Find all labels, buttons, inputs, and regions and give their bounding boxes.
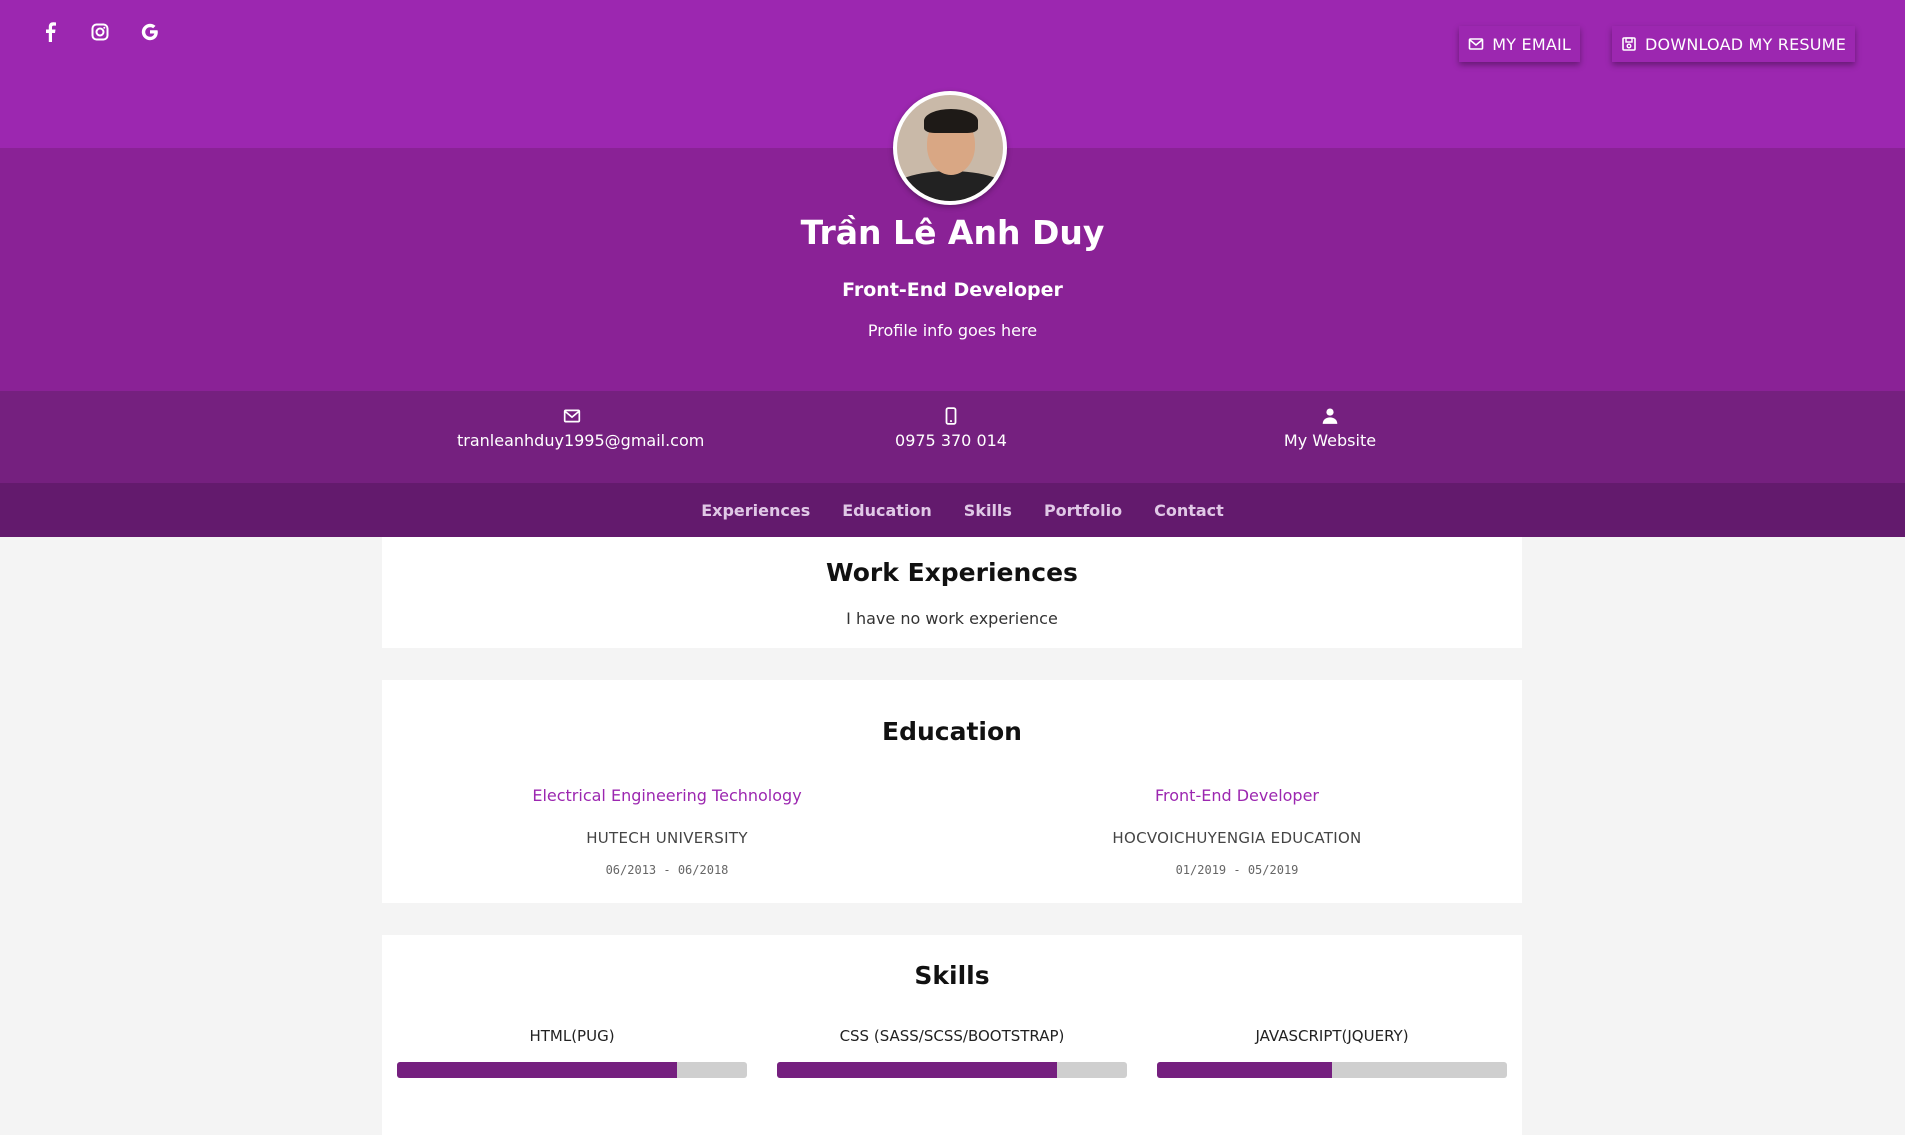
social-links — [38, 20, 162, 44]
education-dates: 06/2013 - 06/2018 — [605, 863, 729, 877]
education-item: Electrical Engineering Technology HUTECH… — [437, 786, 897, 877]
envelope-icon — [563, 409, 581, 423]
education-dates: 01/2019 - 05/2019 — [1175, 863, 1299, 877]
save-icon — [1622, 37, 1636, 51]
education-degree: Front-End Developer — [1154, 786, 1320, 805]
skill-bar-fill — [777, 1062, 1057, 1078]
experiences-text: I have no work experience — [846, 609, 1058, 628]
skills-section: Skills HTML(PUG) CSS (SASS/SCSS/BOOTSTRA… — [382, 935, 1522, 1135]
skill-bar — [1157, 1062, 1507, 1078]
contact-email[interactable]: tranleanhduy1995@gmail.com — [457, 407, 704, 450]
download-resume-button[interactable]: DOWNLOAD MY RESUME — [1612, 26, 1855, 62]
skill-item: HTML(PUG) — [397, 1027, 747, 1078]
education-school: HOCVOICHUYENGIA EDUCATION — [1112, 829, 1362, 847]
contact-phone-text: 0975 370 014 — [895, 431, 1007, 450]
skill-item: CSS (SASS/SCSS/BOOTSTRAP) — [777, 1027, 1127, 1078]
my-email-label: MY EMAIL — [1492, 34, 1572, 54]
facebook-icon[interactable] — [38, 20, 62, 44]
skill-bar-fill — [397, 1062, 677, 1078]
profile-name: Trần Lê Anh Duy — [800, 213, 1105, 252]
google-icon[interactable] — [138, 20, 162, 44]
skill-item: JAVASCRIPT(JQUERY) — [1157, 1027, 1507, 1078]
profile-info: Profile info goes here — [867, 321, 1038, 340]
skill-bar-fill — [1157, 1062, 1332, 1078]
mobile-icon — [945, 407, 957, 425]
skill-name: JAVASCRIPT(JQUERY) — [1255, 1027, 1409, 1045]
user-icon — [1322, 408, 1338, 424]
nav-skills[interactable]: Skills — [964, 501, 1012, 520]
education-degree: Electrical Engineering Technology — [532, 786, 802, 805]
skill-bar — [777, 1062, 1127, 1078]
nav-experiences[interactable]: Experiences — [701, 501, 810, 520]
experiences-section: Work Experiences I have no work experien… — [382, 537, 1522, 648]
my-email-button[interactable]: MY EMAIL — [1459, 26, 1581, 62]
download-resume-label: DOWNLOAD MY RESUME — [1645, 34, 1846, 54]
header-top: MY EMAIL DOWNLOAD MY RESUME — [0, 0, 1905, 205]
section-nav: Experiences Education Skills Portfolio C… — [0, 483, 1905, 537]
nav-contact[interactable]: Contact — [1154, 501, 1224, 520]
instagram-icon[interactable] — [88, 20, 112, 44]
contact-bar: tranleanhduy1995@gmail.com 0975 370 014 … — [0, 391, 1905, 483]
contact-website[interactable]: My Website — [1230, 407, 1430, 450]
top-actions: MY EMAIL DOWNLOAD MY RESUME — [1459, 26, 1855, 62]
contact-phone[interactable]: 0975 370 014 — [860, 407, 1042, 450]
contact-website-text: My Website — [1283, 431, 1377, 450]
experiences-title: Work Experiences — [826, 558, 1078, 587]
education-school: HUTECH UNIVERSITY — [586, 829, 748, 847]
profile-role: Front-End Developer — [842, 279, 1063, 301]
education-title: Education — [882, 717, 1022, 746]
skill-bar — [397, 1062, 747, 1078]
skill-name: HTML(PUG) — [529, 1027, 615, 1045]
avatar — [893, 91, 1007, 205]
skill-name: CSS (SASS/SCSS/BOOTSTRAP) — [839, 1027, 1065, 1045]
envelope-icon — [1468, 38, 1484, 50]
contact-email-text: tranleanhduy1995@gmail.com — [457, 431, 705, 450]
education-item: Front-End Developer HOCVOICHUYENGIA EDUC… — [1007, 786, 1467, 877]
education-section: Education Electrical Engineering Technol… — [382, 680, 1522, 903]
nav-education[interactable]: Education — [842, 501, 932, 520]
nav-portfolio[interactable]: Portfolio — [1044, 501, 1122, 520]
skills-title: Skills — [914, 961, 990, 990]
